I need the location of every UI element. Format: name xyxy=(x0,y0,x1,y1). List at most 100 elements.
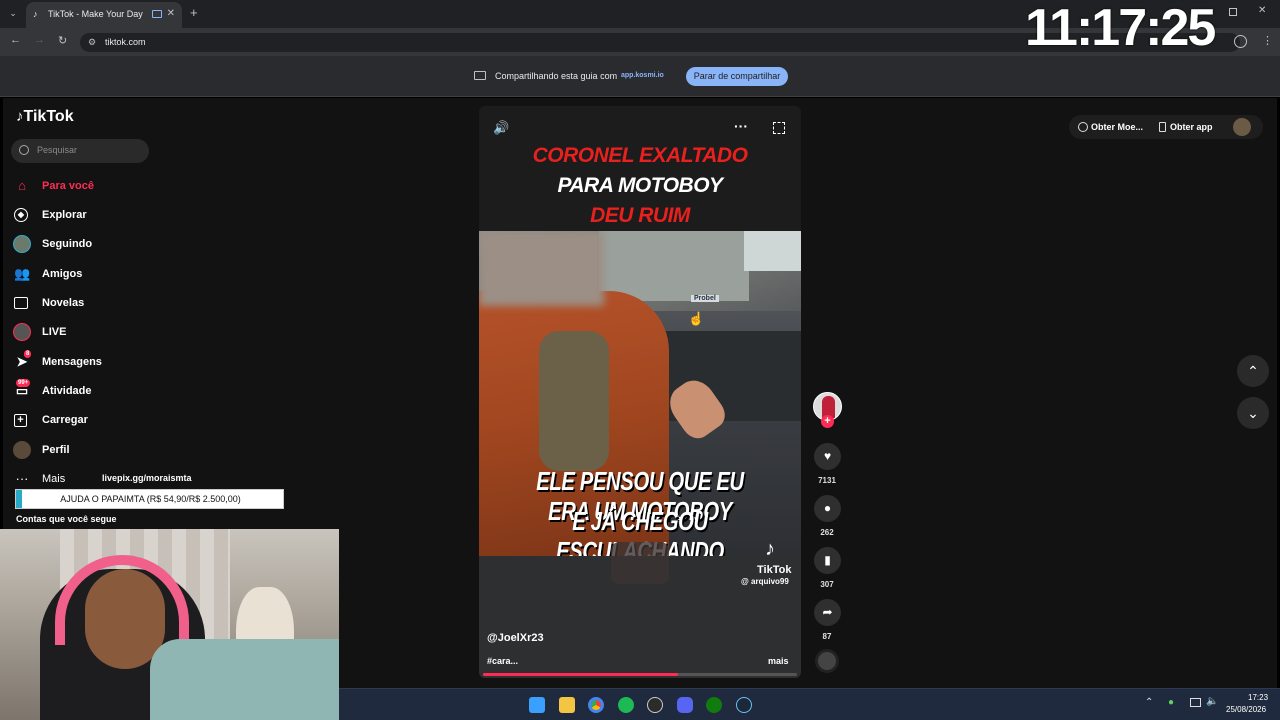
back-icon[interactable]: ← xyxy=(10,34,21,46)
novelas-icon xyxy=(14,297,28,309)
video-title-line-3: DEU RUIM xyxy=(590,204,690,227)
compass-icon: ◆ xyxy=(14,208,28,222)
discord-icon[interactable] xyxy=(677,697,693,713)
xbox-icon[interactable] xyxy=(706,697,722,713)
sidebar-item-carregar[interactable]: + Carregar xyxy=(14,410,88,430)
profile-avatar-icon xyxy=(13,441,31,459)
network-icon[interactable] xyxy=(1190,698,1201,707)
windows-taskbar: ⌃ ● 🔈 17:23 25/08/2026 xyxy=(339,688,1280,720)
sidebar-item-explorar[interactable]: ◆ Explorar xyxy=(14,205,87,225)
video-title-line-2: PARA MOTOBOY xyxy=(557,174,723,197)
volume-tray-icon[interactable]: 🔈 xyxy=(1206,696,1218,707)
music-disc-icon[interactable] xyxy=(815,649,839,673)
video-progress-fill xyxy=(483,673,678,676)
like-button[interactable]: ♥ xyxy=(814,443,841,470)
sidebar-item-seguindo[interactable]: Seguindo xyxy=(13,234,92,254)
obs-icon[interactable] xyxy=(647,697,663,713)
follow-plus-icon[interactable]: + xyxy=(821,415,834,428)
taskbar-date[interactable]: 25/08/2026 xyxy=(1226,705,1266,714)
activity-badge: 99+ xyxy=(16,379,31,387)
search-icon xyxy=(19,145,29,155)
comment-button[interactable]: ● xyxy=(814,495,841,522)
video-player[interactable]: CORONEL EXALTADO PARA MOTOBOY DEU RUIM P… xyxy=(479,106,801,678)
sidebar-item-amigos[interactable]: 👥 Amigos xyxy=(14,264,82,284)
forward-icon[interactable]: → xyxy=(34,34,45,46)
blanket xyxy=(150,639,339,720)
chrome-icon[interactable] xyxy=(588,697,604,713)
taskbar-time[interactable]: 17:23 xyxy=(1248,693,1268,702)
tiktok-logo[interactable]: ♪TikTok xyxy=(16,108,74,126)
next-video-button[interactable]: ⌄ xyxy=(1237,397,1269,429)
tab-title: TikTok - Make Your Day xyxy=(48,9,143,19)
screen-share-icon xyxy=(474,71,486,80)
tiktok-watermark-icon: ♪ xyxy=(765,538,775,560)
messages-badge: 8 xyxy=(24,350,32,358)
sidebar-item-live[interactable]: LIVE xyxy=(13,322,66,342)
file-explorer-icon[interactable] xyxy=(559,697,575,713)
fullscreen-icon[interactable] xyxy=(773,122,785,134)
tab-sharing-bar: Compartilhando esta guia com app.kosmi.i… xyxy=(0,56,1280,97)
volume-icon[interactable]: 🔊 xyxy=(493,120,509,136)
profile-icon[interactable] xyxy=(1234,35,1247,48)
new-tab-button[interactable]: + xyxy=(190,5,198,20)
sidebar-item-novelas[interactable]: Novelas xyxy=(14,293,84,313)
storefront-sign: Probel xyxy=(691,295,719,302)
user-avatar[interactable] xyxy=(1223,115,1263,139)
blurred-logo xyxy=(611,542,669,584)
sky xyxy=(744,231,801,271)
video-progress-track[interactable] xyxy=(483,673,797,676)
previous-video-button[interactable]: ⌃ xyxy=(1237,355,1269,387)
restore-window-icon[interactable] xyxy=(1229,8,1237,16)
share-button[interactable]: ➦ xyxy=(814,599,841,626)
friends-icon: 👥 xyxy=(14,266,31,281)
browser-tab[interactable]: ♪ TikTok - Make Your Day ✕ xyxy=(26,2,182,28)
steam-icon[interactable] xyxy=(736,697,752,713)
spotify-icon[interactable] xyxy=(618,697,634,713)
save-button[interactable]: ▮ xyxy=(814,547,841,574)
reload-icon[interactable]: ↻ xyxy=(58,34,67,47)
share-text: Compartilhando esta guia com xyxy=(495,71,618,81)
more-options-icon[interactable]: ··· xyxy=(734,118,748,134)
sidebar-item-mensagens[interactable]: ➤ 8 Mensagens xyxy=(14,350,102,372)
more-icon: ··· xyxy=(15,471,29,486)
donation-goal-text: AJUDA O PAPAIMTA (R$ 54,90/R$ 2.500,00) xyxy=(60,494,241,504)
stream-clock-overlay: 11:17:25 xyxy=(1025,0,1216,57)
share-domain: app.kosmi.io xyxy=(621,72,664,79)
search-box[interactable]: Pesquisar xyxy=(11,139,149,163)
stop-sharing-button[interactable]: Parar de compartilhar xyxy=(686,67,788,86)
video-description-more[interactable]: mais xyxy=(768,656,789,666)
home-icon: ⌂ xyxy=(18,178,26,193)
menu-kebab-icon[interactable]: ⋮ xyxy=(1262,34,1273,47)
tab-search-button[interactable]: ⌄ xyxy=(6,6,20,20)
url-text: tiktok.com xyxy=(105,37,146,47)
share-count: 87 xyxy=(822,632,832,641)
donation-goal-bar: AJUDA O PAPAIMTA (R$ 54,90/R$ 2.500,00) xyxy=(15,489,284,509)
sidebar-item-para-voce[interactable]: ⌂ Para você xyxy=(14,176,94,196)
tiktok-favicon-icon: ♪ xyxy=(33,9,38,19)
blurred-face xyxy=(479,231,604,306)
live-icon xyxy=(13,323,31,341)
tiktok-watermark-user: @ arquivo99 xyxy=(741,577,789,586)
get-coins-button[interactable]: Obter Moe... xyxy=(1069,115,1149,139)
heart-icon: ♥ xyxy=(823,449,832,463)
like-count: 7131 xyxy=(818,476,836,485)
following-accounts-title: Contas que você segue xyxy=(16,514,117,524)
phone-icon xyxy=(1159,122,1166,132)
bookmark-icon: ▮ xyxy=(824,553,831,567)
close-window-icon[interactable]: ✕ xyxy=(1258,5,1266,16)
sidebar-item-mais[interactable]: ··· Mais xyxy=(14,469,66,489)
video-author[interactable]: @JoelXr23 xyxy=(487,632,544,644)
tray-chevron-icon[interactable]: ⌃ xyxy=(1145,697,1153,708)
windows-start-icon[interactable] xyxy=(529,697,545,713)
microphone-icon[interactable]: ● xyxy=(1168,697,1174,708)
upload-icon: + xyxy=(14,414,27,427)
sidebar-item-perfil[interactable]: Perfil xyxy=(13,440,70,460)
person-shirt xyxy=(539,331,609,471)
activity-icon: ▭ 99+ xyxy=(15,379,31,398)
get-app-button[interactable]: Obter app xyxy=(1149,115,1223,139)
sidebar-item-atividade[interactable]: ▭ 99+ Atividade xyxy=(14,379,92,401)
streamer-webcam xyxy=(0,529,339,720)
avatar-image xyxy=(1233,118,1251,136)
close-tab-icon[interactable]: ✕ xyxy=(167,2,175,26)
site-info-icon[interactable]: ⚙ xyxy=(88,33,96,52)
